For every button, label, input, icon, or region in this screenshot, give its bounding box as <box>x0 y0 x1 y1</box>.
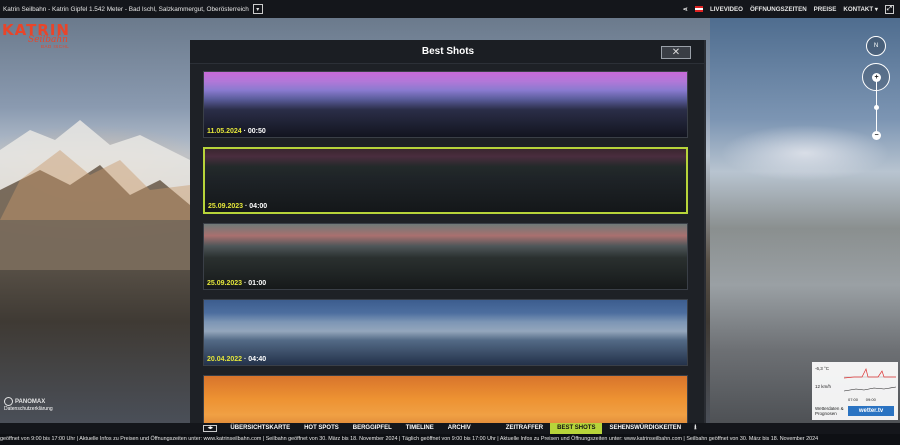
weather-link-label: Wetterdaten & Prognosen <box>815 406 844 416</box>
best-shot-thumbnail[interactable]: 11.05.2024 · 00:50 <box>203 71 688 138</box>
temperature: -6,3 °C <box>815 366 830 371</box>
panorama-toggle-icon[interactable]: ◂▸ <box>203 425 218 432</box>
wind-speed: 12 km/h <box>815 384 832 389</box>
nav-archiv[interactable]: ARCHIV <box>441 423 499 434</box>
privacy-link[interactable]: Datenschutzerklärung <box>4 406 53 412</box>
bottom-navigation: ◂▸ ÜBERSICHTSKARTE HOT SPOTS BERGGIPFEL … <box>0 423 900 434</box>
nav-zeitraffer[interactable]: ZEITRAFFER <box>499 423 550 434</box>
wetter-tv-logo[interactable]: wetter.tv <box>848 406 894 416</box>
zoom-slider-handle[interactable] <box>874 105 879 110</box>
info-ticker: geöffnet von 9:00 bis 17:00 Uhr | Aktuel… <box>0 434 900 445</box>
shot-caption: 25.09.2023 · 04:00 <box>208 203 268 210</box>
top-nav: ⋖ LIVEVIDEO ÖFFNUNGSZEITEN PREISE KONTAK… <box>683 4 900 14</box>
nav-timeline[interactable]: TIMELINE <box>399 423 441 434</box>
nav-uebersichtskarte[interactable]: ÜBERSICHTSKARTE <box>223 423 297 434</box>
language-flag-icon[interactable] <box>694 6 703 12</box>
katrin-logo[interactable]: KATRIN Seilbahn BAD ISCHL <box>2 21 70 49</box>
top-bar: Katrin Seilbahn - Katrin Gipfel 1.542 Me… <box>0 0 900 18</box>
weather-widget[interactable]: -6,3 °C 12 km/h 07:00 09:00 Wetterdaten … <box>812 362 898 420</box>
weather-graph <box>844 367 896 392</box>
best-shot-thumbnail[interactable]: 20.04.2022 · 04:40 <box>203 299 688 366</box>
nav-kontakt[interactable]: KONTAKT ▾ <box>843 6 878 13</box>
nav-hot-spots[interactable]: HOT SPOTS <box>297 423 346 434</box>
modal-close-button[interactable]: ✕ <box>661 46 691 59</box>
best-shots-modal: Best Shots ✕ 11.05.2024 · 00:50 25.09.20… <box>190 40 706 423</box>
compass-icon[interactable]: N <box>866 36 886 56</box>
shot-caption: 25.09.2023 · 01:00 <box>207 280 267 287</box>
nav-berggipfel[interactable]: BERGGIPFEL <box>346 423 399 434</box>
app-root: Katrin Seilbahn - Katrin Gipfel 1.542 Me… <box>0 0 900 445</box>
nav-livevideo[interactable]: LIVEVIDEO <box>710 6 743 13</box>
nav-oeffnungszeiten[interactable]: ÖFFNUNGSZEITEN <box>750 6 807 13</box>
panomax-branding: PANOMAX Datenschutzerklärung <box>4 397 53 412</box>
best-shot-thumbnail[interactable]: 25.09.2023 · 01:00 <box>203 223 688 290</box>
graph-ticks: 07:00 09:00 <box>848 397 876 402</box>
nav-best-shots[interactable]: BEST SHOTS <box>550 423 603 434</box>
best-shot-thumbnail[interactable] <box>203 375 688 423</box>
fullscreen-icon[interactable]: ⤢ <box>885 4 894 14</box>
mountain-illustration <box>0 120 190 270</box>
zoom-in-button[interactable]: + <box>872 73 881 82</box>
shot-caption: 20.04.2022 · 04:40 <box>207 356 267 363</box>
modal-title: Best Shots <box>421 46 475 57</box>
best-shots-list: 11.05.2024 · 00:50 25.09.2023 · 04:00 25… <box>203 71 688 423</box>
modal-header: Best Shots ✕ <box>190 40 706 64</box>
nav-sehenswuerdigkeiten[interactable]: SEHENSWÜRDIGKEITEN <box>602 423 688 434</box>
location-dropdown-button[interactable]: ▾ <box>252 4 263 14</box>
modal-scrollbar[interactable] <box>704 40 706 423</box>
share-icon[interactable]: ⋖ <box>683 6 688 13</box>
download-icon[interactable]: ⭳ <box>694 423 696 434</box>
shot-caption: 11.05.2024 · 00:50 <box>207 128 266 135</box>
zoom-out-button[interactable]: − <box>872 131 881 140</box>
panomax-icon <box>4 397 13 406</box>
panomax-logo[interactable]: PANOMAX <box>4 397 53 406</box>
nav-preise[interactable]: PREISE <box>814 6 837 13</box>
page-title: Katrin Seilbahn - Katrin Gipfel 1.542 Me… <box>3 5 249 13</box>
best-shot-thumbnail-selected[interactable]: 25.09.2023 · 04:00 <box>203 147 688 214</box>
